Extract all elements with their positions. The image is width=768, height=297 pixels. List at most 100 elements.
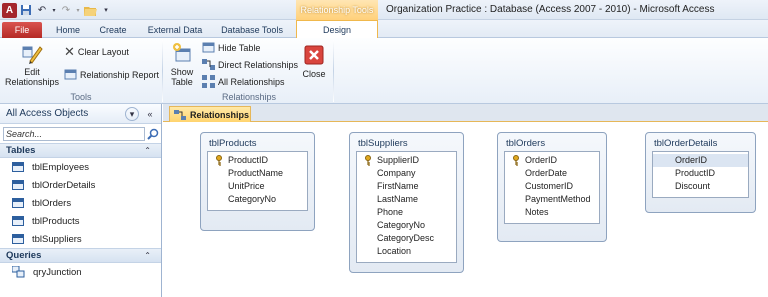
field-label: Notes [525,207,549,217]
redo-icon[interactable]: ↷ [59,3,73,17]
field-item[interactable]: Location [357,245,456,258]
nav-item-label: tblOrders [32,197,72,209]
customize-dropdown-icon[interactable]: ▾ [99,3,113,17]
primary-key-icon [513,155,519,166]
collapse-icon[interactable]: ⌃ [144,146,151,155]
tab-database-tools[interactable]: Database Tools [218,22,286,38]
relationship-report-label: Relationship Report [80,69,160,80]
nav-item-qryjunction[interactable]: qryJunction [0,263,161,281]
shutter-bar-collapse-icon[interactable]: « [143,107,157,121]
nav-item-label: tblOrderDetails [32,179,96,191]
table-box-title[interactable]: tblProducts [207,137,308,151]
hide-table-button[interactable]: Hide Table [202,41,260,54]
nav-item-tblsuppliers[interactable]: tblSuppliers [0,230,161,248]
table-box-tblorderdetails[interactable]: tblOrderDetails OrderID ProductID Discou… [645,132,756,213]
table-box-tblorders[interactable]: tblOrders OrderID OrderDate CustomerID P… [497,132,607,242]
field-label: SupplierID [377,155,420,165]
undo-icon[interactable]: ↶ [35,3,49,17]
nav-group-queries[interactable]: Queries ⌃ [0,248,161,263]
context-tools-label: Relationship Tools [296,0,378,20]
field-label: Discount [675,181,711,191]
access-logo-icon[interactable]: A [2,2,17,18]
table-box-tblsuppliers[interactable]: tblSuppliers SupplierID Company FirstNam… [349,132,464,273]
nav-menu-dropdown-icon[interactable]: ▾ [125,107,139,121]
field-item[interactable]: UnitPrice [208,180,307,193]
field-item[interactable]: OrderID [653,154,748,167]
direct-relationships-button[interactable]: Direct Relationships [202,58,298,71]
redo-dropdown-icon[interactable]: ▾ [75,3,81,17]
tab-external-data[interactable]: External Data [144,22,206,38]
field-item[interactable]: LastName [357,193,456,206]
table-icon [12,198,24,208]
field-item[interactable]: Phone [357,206,456,219]
tab-create[interactable]: Create [96,22,130,38]
field-list[interactable]: OrderID ProductID Discount [652,151,749,198]
field-item[interactable]: FirstName [357,180,456,193]
field-item[interactable]: ProductID [208,154,307,167]
relationships-icon [174,109,186,120]
relationship-report-button[interactable]: Relationship Report [64,68,159,81]
search-icon[interactable] [147,128,159,140]
ribbon: Edit Relationships ✕ Clear Layout Relati… [0,38,768,104]
field-label: Phone [377,207,404,217]
table-box-tblproducts[interactable]: tblProducts ProductID ProductName UnitPr… [200,132,315,231]
field-item[interactable]: CustomerID [505,180,599,193]
field-item[interactable]: SupplierID [357,154,456,167]
field-label: Company [377,168,416,178]
field-item[interactable]: Discount [653,180,748,193]
nav-item-tblemployees[interactable]: tblEmployees [0,158,161,176]
field-label: ProductID [675,168,716,178]
nav-header[interactable]: All Access Objects ▾ « [0,104,161,124]
search-input[interactable]: Search... [3,127,145,141]
nav-item-tblorders[interactable]: tblOrders [0,194,161,212]
tab-file[interactable]: File [2,22,42,38]
field-label: OrderDate [525,168,568,178]
table-box-title[interactable]: tblOrders [504,137,600,151]
field-item[interactable]: PaymentMethod [505,193,599,206]
open-folder-icon[interactable] [83,3,97,17]
collapse-icon[interactable]: ⌃ [144,251,151,260]
field-item[interactable]: CategoryDesc [357,232,456,245]
nav-item-label: tblSuppliers [32,233,82,245]
save-icon[interactable] [19,3,33,17]
close-button[interactable]: Close [300,43,328,79]
field-list[interactable]: ProductID ProductName UnitPrice Category… [207,151,308,211]
field-label: LastName [377,194,419,204]
clear-layout-button[interactable]: ✕ Clear Layout [64,44,129,59]
field-item[interactable]: CategoryNo [357,219,456,232]
field-item[interactable]: OrderID [505,154,599,167]
field-item[interactable]: ProductName [208,167,307,180]
primary-key-icon [216,155,222,166]
field-item[interactable]: ProductID [653,167,748,180]
undo-dropdown-icon[interactable]: ▾ [51,3,57,17]
field-item[interactable]: OrderDate [505,167,599,180]
field-item[interactable]: Notes [505,206,599,219]
table-box-title[interactable]: tblOrderDetails [652,137,749,151]
field-list[interactable]: OrderID OrderDate CustomerID PaymentMeth… [504,151,600,224]
field-label: ProductID [228,155,269,165]
table-icon [12,234,24,244]
edit-relationships-button[interactable]: Edit Relationships [4,41,60,87]
field-label: UnitPrice [228,181,265,191]
direct-relationships-label: Direct Relationships [218,59,299,70]
field-item[interactable]: Company [357,167,456,180]
all-relationships-button[interactable]: All Relationships [202,75,285,88]
clear-icon: ✕ [64,44,75,59]
relationships-canvas[interactable]: tblProducts ProductID ProductName UnitPr… [163,122,768,297]
nav-item-tblproducts[interactable]: tblProducts [0,212,161,230]
nav-group-tables[interactable]: Tables ⌃ [0,143,161,158]
tab-design[interactable]: Design [296,20,378,39]
field-label: CategoryNo [377,220,426,230]
nav-item-label: tblProducts [32,215,80,227]
field-list[interactable]: SupplierID Company FirstName LastName Ph… [356,151,457,263]
field-item[interactable]: CategoryNo [208,193,307,206]
nav-group-label: Tables [6,145,36,156]
field-label: OrderID [525,155,558,165]
nav-item-tblorderdetails[interactable]: tblOrderDetails [0,176,161,194]
tab-home[interactable]: Home [52,22,84,38]
tools-group-label: Tools [70,92,92,102]
table-icon [12,216,24,226]
table-box-title[interactable]: tblSuppliers [356,137,457,151]
show-table-button[interactable]: Show Table [166,41,198,87]
tab-relationships[interactable]: Relationships [169,106,251,122]
